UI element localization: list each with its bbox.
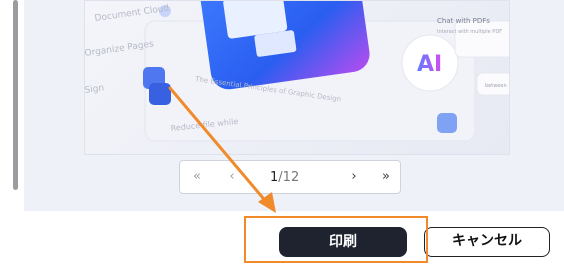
annotation-arrow [168,86,276,213]
